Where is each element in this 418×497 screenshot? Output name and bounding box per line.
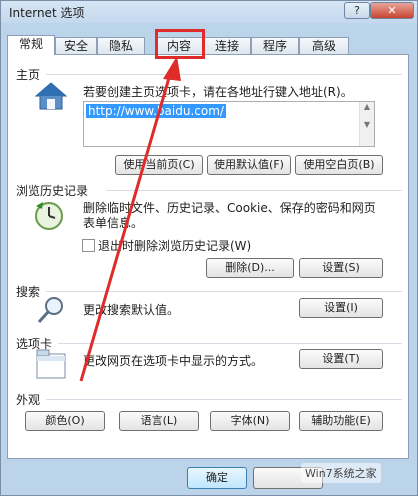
tab-privacy[interactable]: 隐私 — [97, 37, 145, 54]
internet-options-dialog: Internet 选项 ? ✕ 常规 安全 隐私 内容 连接 程序 高级 主页 … — [0, 0, 418, 496]
history-description-line2: 表单信息。 — [83, 216, 144, 230]
home-icon — [34, 82, 68, 110]
languages-button[interactable]: 语言(L) — [119, 411, 199, 431]
delete-on-exit-checkbox[interactable] — [82, 239, 95, 252]
home-description: 若要创建主页选项卡，请在各地址行键入地址(R)。 — [83, 85, 353, 99]
colors-button[interactable]: 颜色(O) — [25, 411, 105, 431]
watermark-text: Win7系统之家 — [301, 463, 381, 483]
tab-advanced[interactable]: 高级 — [299, 37, 349, 54]
use-current-button[interactable]: 使用当前页(C) — [115, 155, 203, 175]
homepage-url-value[interactable]: http://www.baidu.com/ — [86, 104, 226, 118]
tabs-icon — [36, 349, 66, 379]
tab-programs[interactable]: 程序 — [251, 37, 299, 54]
tab-connections[interactable]: 连接 — [203, 37, 251, 54]
tabs-settings-button[interactable]: 设置(T) — [299, 349, 383, 369]
help-button[interactable]: ? — [344, 2, 370, 19]
title-bar: Internet 选项 ? ✕ — [1, 1, 417, 23]
divider — [46, 399, 402, 400]
url-scrollbar[interactable]: ▲ ▼ — [359, 102, 374, 146]
delete-on-exit-label[interactable]: 退出时删除浏览历史记录(W) — [98, 237, 251, 254]
divider — [58, 343, 402, 344]
tabs-description: 更改网页在选项卡中显示的方式。 — [83, 354, 264, 368]
tab-content[interactable]: 内容 — [155, 37, 203, 54]
homepage-url-field[interactable]: http://www.baidu.com/ ▲ ▼ — [83, 101, 375, 147]
fonts-button[interactable]: 字体(N) — [210, 411, 290, 431]
tab-general[interactable]: 常规 — [7, 35, 55, 55]
search-description: 更改搜索默认值。 — [83, 303, 180, 317]
use-blank-button[interactable]: 使用空白页(B) — [295, 155, 383, 175]
delete-history-button[interactable]: 删除(D)... — [206, 258, 294, 278]
general-panel: 主页 若要创建主页选项卡，请在各地址行键入地址(R)。 http://www.b… — [7, 54, 409, 459]
close-button[interactable]: ✕ — [370, 2, 414, 19]
history-settings-button[interactable]: 设置(S) — [299, 258, 383, 278]
ok-button[interactable]: 确定 — [187, 467, 247, 489]
divider — [46, 291, 402, 292]
search-settings-button[interactable]: 设置(I) — [299, 298, 383, 318]
tab-security[interactable]: 安全 — [55, 37, 97, 54]
accessibility-button[interactable]: 辅助功能(E) — [299, 411, 383, 431]
divider — [106, 190, 402, 191]
history-clock-icon — [35, 202, 63, 230]
use-default-button[interactable]: 使用默认值(F) — [207, 155, 291, 175]
divider — [46, 74, 402, 75]
history-section-label: 浏览历史记录 — [16, 184, 89, 198]
window-title: Internet 选项 — [9, 6, 85, 20]
appearance-section-label: 外观 — [16, 393, 41, 407]
search-icon — [37, 297, 63, 324]
